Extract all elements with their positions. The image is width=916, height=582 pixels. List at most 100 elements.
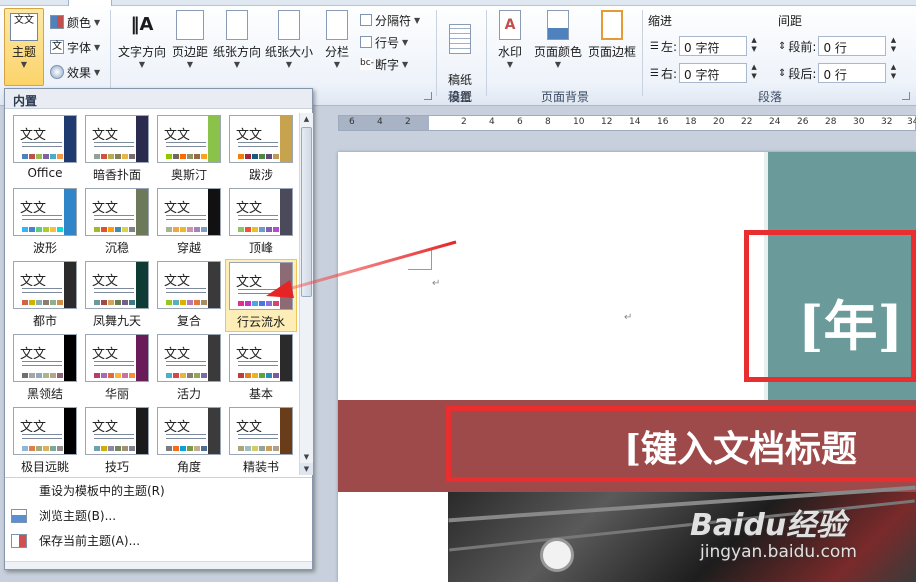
theme-item[interactable]: 文文 顶峰 (225, 186, 297, 259)
theme-preview: 文文 (229, 334, 293, 382)
indent-left-field[interactable]: ☰ 左: 0 字符 ▲ ▼ (650, 35, 759, 57)
theme-item[interactable]: 文文 跋涉 (225, 113, 297, 186)
theme-item[interactable]: 文文 波形 (9, 186, 81, 259)
theme-preview-glyph: 文文 (236, 420, 263, 435)
themes-button[interactable]: 文文 主题 ▼ (4, 8, 44, 86)
theme-item[interactable]: 文文 技巧 (81, 405, 153, 478)
spinner-icon[interactable]: ▲ ▼ (888, 63, 898, 83)
indent-right-input[interactable]: 0 字符 (679, 63, 748, 83)
spinner-icon[interactable]: ▲ ▼ (888, 36, 898, 56)
scroll-up-icon[interactable]: ▲ (300, 113, 313, 125)
theme-preview-lines (166, 365, 206, 366)
theme-fonts-button[interactable]: 文 字体 ▼ (50, 37, 100, 57)
theme-color-swatch (245, 227, 251, 232)
spinner-icon[interactable]: ▲ ▼ (749, 63, 759, 83)
active-tab[interactable] (68, 0, 112, 6)
theme-accent-bar (64, 116, 76, 162)
reset-theme-item[interactable]: 重设为模板中的主题(R) (5, 478, 312, 503)
theme-accent-bar (64, 408, 76, 454)
theme-item[interactable]: 文文 凤舞九天 (81, 259, 153, 332)
theme-name: 跋涉 (248, 168, 273, 182)
theme-item[interactable]: 文文 黑领结 (9, 332, 81, 405)
expand-gallery-icon[interactable]: ▼ (300, 463, 313, 475)
scrollbar-thumb[interactable] (301, 127, 312, 297)
theme-color-swatch (129, 373, 135, 378)
theme-item[interactable]: 文文 Office (9, 113, 81, 186)
theme-color-swatch (122, 373, 128, 378)
theme-name: 都市 (32, 314, 57, 328)
theme-preview: 文文 (85, 188, 149, 236)
page-setup-launcher-icon[interactable] (424, 92, 432, 100)
ruler-tick-label: 24 (769, 117, 781, 127)
scroll-down-icon[interactable]: ▼ (300, 451, 313, 463)
browse-themes-item[interactable]: 浏览主题(B)... (5, 503, 312, 528)
theme-color-swatch (94, 373, 100, 378)
theme-accent-bar (208, 262, 220, 308)
horizontal-ruler[interactable]: 6 4 2 2 4 6 8 10 12 14 16 18 20 22 24 26 28 30 32 34 (338, 115, 916, 131)
theme-preview-lines (94, 146, 134, 147)
theme-color-swatch (57, 227, 63, 232)
theme-item[interactable]: 文文 暗香扑面 (81, 113, 153, 186)
theme-item[interactable]: 文文 极目远眺 (9, 405, 81, 478)
spacing-before-input[interactable]: 0 行 (818, 36, 887, 56)
theme-color-swatch (115, 154, 121, 159)
spacing-after-field[interactable]: ⇕ 段后: 0 行 ▲ ▼ (778, 62, 898, 84)
theme-color-swatch (50, 227, 56, 232)
gallery-scrollbar[interactable]: ▲ ▼ ▼ (299, 113, 313, 475)
theme-color-swatch (273, 373, 279, 378)
theme-color-swatch (187, 154, 193, 159)
paragraph-launcher-icon[interactable] (902, 92, 910, 100)
spinner-icon[interactable]: ▲ ▼ (749, 36, 759, 56)
spacing-before-field[interactable]: ⇕ 段前: 0 行 ▲ ▼ (778, 35, 898, 57)
theme-item[interactable]: 文文 都市 (9, 259, 81, 332)
theme-accent-bar (136, 116, 148, 162)
theme-preview-glyph: 文文 (92, 274, 119, 289)
theme-item[interactable]: 文文 精装书 (225, 405, 297, 478)
theme-item[interactable]: 文文 基本 (225, 332, 297, 405)
theme-color-swatch (57, 154, 63, 159)
breaks-button[interactable]: 分隔符 ▼ (360, 10, 420, 30)
theme-preview: 文文 (85, 334, 149, 382)
theme-colors-button[interactable]: 颜色 ▼ (50, 12, 100, 32)
theme-name: Office (27, 166, 63, 180)
theme-item[interactable]: 文文 华丽 (81, 332, 153, 405)
page-color-button[interactable]: 页面颜色 ▼ (532, 10, 584, 69)
page-size-button[interactable]: 纸张大小 ▼ (264, 10, 314, 69)
spacing-after-input[interactable]: 0 行 (818, 63, 887, 83)
theme-preview-lines (22, 219, 62, 220)
theme-item[interactable]: 文文 穿越 (153, 186, 225, 259)
theme-effects-button[interactable]: 效果 ▼ (50, 62, 100, 82)
line-numbers-icon (360, 36, 372, 48)
theme-accent-bar (64, 262, 76, 308)
columns-button[interactable]: 分栏 ▼ (320, 10, 354, 69)
margins-button[interactable]: 页边距 ▼ (170, 10, 210, 69)
theme-name: 顶峰 (248, 241, 273, 255)
page-borders-button[interactable]: 页面边框 (586, 10, 638, 60)
theme-item[interactable]: 文文 沉稳 (81, 186, 153, 259)
ruler-tick-label: 28 (825, 117, 837, 127)
page-size-label: 纸张大小 (264, 45, 313, 59)
save-theme-item[interactable]: 保存当前主题(A)... (5, 528, 312, 553)
theme-color-swatch (122, 154, 128, 159)
watermark-button[interactable]: A 水印 ▼ (492, 10, 528, 69)
orientation-button[interactable]: 纸张方向 ▼ (212, 10, 262, 69)
line-numbers-button[interactable]: 行号 ▼ (360, 32, 408, 52)
indent-right-field[interactable]: ☰ 右: 0 字符 ▲ ▼ (650, 62, 759, 84)
text-direction-button[interactable]: ‖A 文字方向 ▼ (116, 10, 168, 69)
indent-left-input[interactable]: 0 字符 (679, 36, 748, 56)
hyphenation-button[interactable]: bc- 断字 ▼ (360, 54, 408, 74)
orientation-label: 纸张方向 (212, 45, 261, 59)
theme-preview-lines (166, 292, 206, 293)
theme-item[interactable]: 文文 奥斯汀 (153, 113, 225, 186)
theme-color-swatch (259, 154, 265, 159)
theme-item[interactable]: 文文 角度 (153, 405, 225, 478)
resize-gripper[interactable] (5, 561, 312, 569)
theme-color-swatch (129, 227, 135, 232)
theme-name: 华丽 (104, 387, 129, 401)
theme-item[interactable]: 文文 活力 (153, 332, 225, 405)
theme-item[interactable]: 文文 行云流水 (225, 259, 297, 332)
theme-item[interactable]: 文文 复合 (153, 259, 225, 332)
ruler-tick-label: 6 (517, 117, 523, 127)
theme-preview: 文文 (85, 115, 149, 163)
margins-label: 页边距 (171, 45, 208, 59)
